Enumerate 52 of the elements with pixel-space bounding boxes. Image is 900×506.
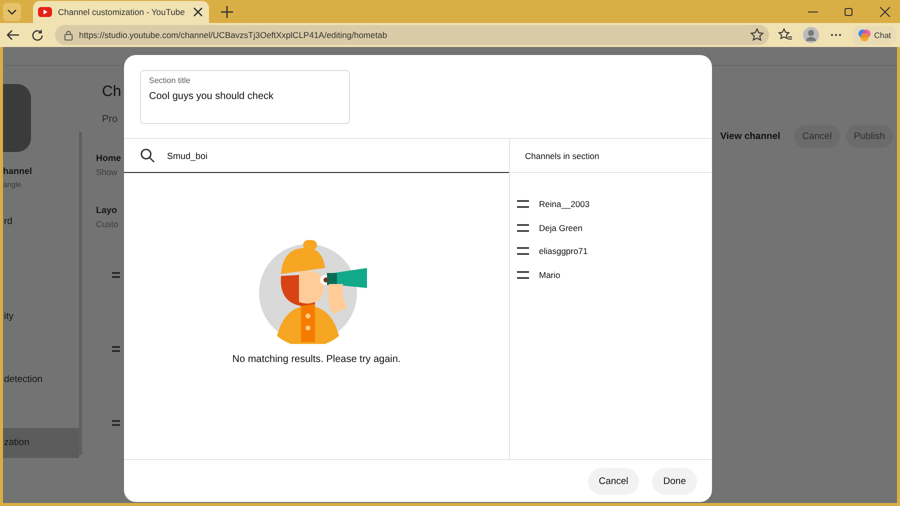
drag-handle-icon[interactable] bbox=[112, 419, 120, 427]
drag-handle-icon[interactable] bbox=[517, 224, 529, 232]
field-label: Section title bbox=[149, 76, 192, 85]
close-window-icon[interactable] bbox=[880, 6, 890, 16]
lock-icon bbox=[63, 30, 74, 40]
section-description: Show bbox=[96, 167, 118, 177]
section-heading: Home bbox=[96, 153, 122, 163]
chat-button[interactable]: Chat bbox=[853, 26, 896, 44]
new-tab-icon[interactable] bbox=[220, 6, 233, 18]
refresh-icon[interactable] bbox=[31, 28, 44, 42]
page-title: Ch bbox=[102, 83, 122, 100]
sidebar-item[interactable]: detection bbox=[3, 365, 79, 395]
search-text: Smud_boi bbox=[167, 150, 208, 160]
sidebar-item[interactable]: zation bbox=[3, 428, 79, 458]
search-field[interactable]: Smud_boi bbox=[124, 139, 509, 173]
drag-handle-icon[interactable] bbox=[517, 200, 529, 208]
channel-name: Deja Green bbox=[539, 222, 582, 233]
drag-handle-icon[interactable] bbox=[517, 270, 529, 279]
section-heading: Layo bbox=[96, 205, 118, 215]
play-logo-icon bbox=[38, 7, 52, 17]
drag-handle-icon[interactable] bbox=[517, 247, 529, 256]
section-title-field[interactable]: Section title Cool guys you should check bbox=[140, 70, 350, 124]
search-icon bbox=[140, 148, 155, 163]
empty-state-message: No matching results. Please try again. bbox=[232, 354, 401, 364]
channel-name: hannel bbox=[3, 166, 34, 176]
sidebar-item[interactable]: ity bbox=[3, 302, 79, 332]
drag-handle-icon[interactable] bbox=[112, 271, 120, 279]
star-icon[interactable] bbox=[750, 28, 764, 42]
dialog-button[interactable]: Cancel bbox=[588, 468, 640, 494]
header-button[interactable]: Publish bbox=[846, 125, 893, 148]
address-bar[interactable]: https://studio.youtube.com/channel/UCBavzsTj3OeftXxplCLP41A/editing/hometab bbox=[55, 25, 770, 45]
avatar-drawing bbox=[3, 84, 31, 152]
back-arrow-icon[interactable] bbox=[6, 28, 20, 42]
channel-name: Reina__2003 bbox=[539, 198, 590, 209]
drag-handle-icon[interactable] bbox=[112, 345, 120, 353]
profile-icon[interactable] bbox=[803, 27, 820, 43]
channel-name: Mario bbox=[539, 270, 560, 280]
section-description: Custo bbox=[96, 219, 120, 229]
sidebar-item[interactable]: rd bbox=[3, 207, 79, 237]
tab-list-button[interactable] bbox=[3, 2, 21, 20]
browser-tab[interactable]: Channel customization - YouTube bbox=[33, 0, 209, 24]
header-button[interactable]: View channel bbox=[712, 125, 788, 148]
panel-heading: Channels in section bbox=[510, 139, 712, 173]
dialog-button[interactable]: Done bbox=[652, 468, 697, 494]
more-icon[interactable] bbox=[830, 33, 842, 37]
favorites-icon[interactable] bbox=[778, 28, 792, 42]
field-value: Cool guys you should check bbox=[149, 91, 274, 102]
restore-icon[interactable] bbox=[844, 6, 854, 16]
channel-name: eliasggpro71 bbox=[539, 246, 588, 256]
close-icon[interactable] bbox=[192, 7, 203, 17]
chat-logo-icon bbox=[858, 28, 872, 42]
header-button[interactable]: Cancel bbox=[794, 125, 840, 148]
